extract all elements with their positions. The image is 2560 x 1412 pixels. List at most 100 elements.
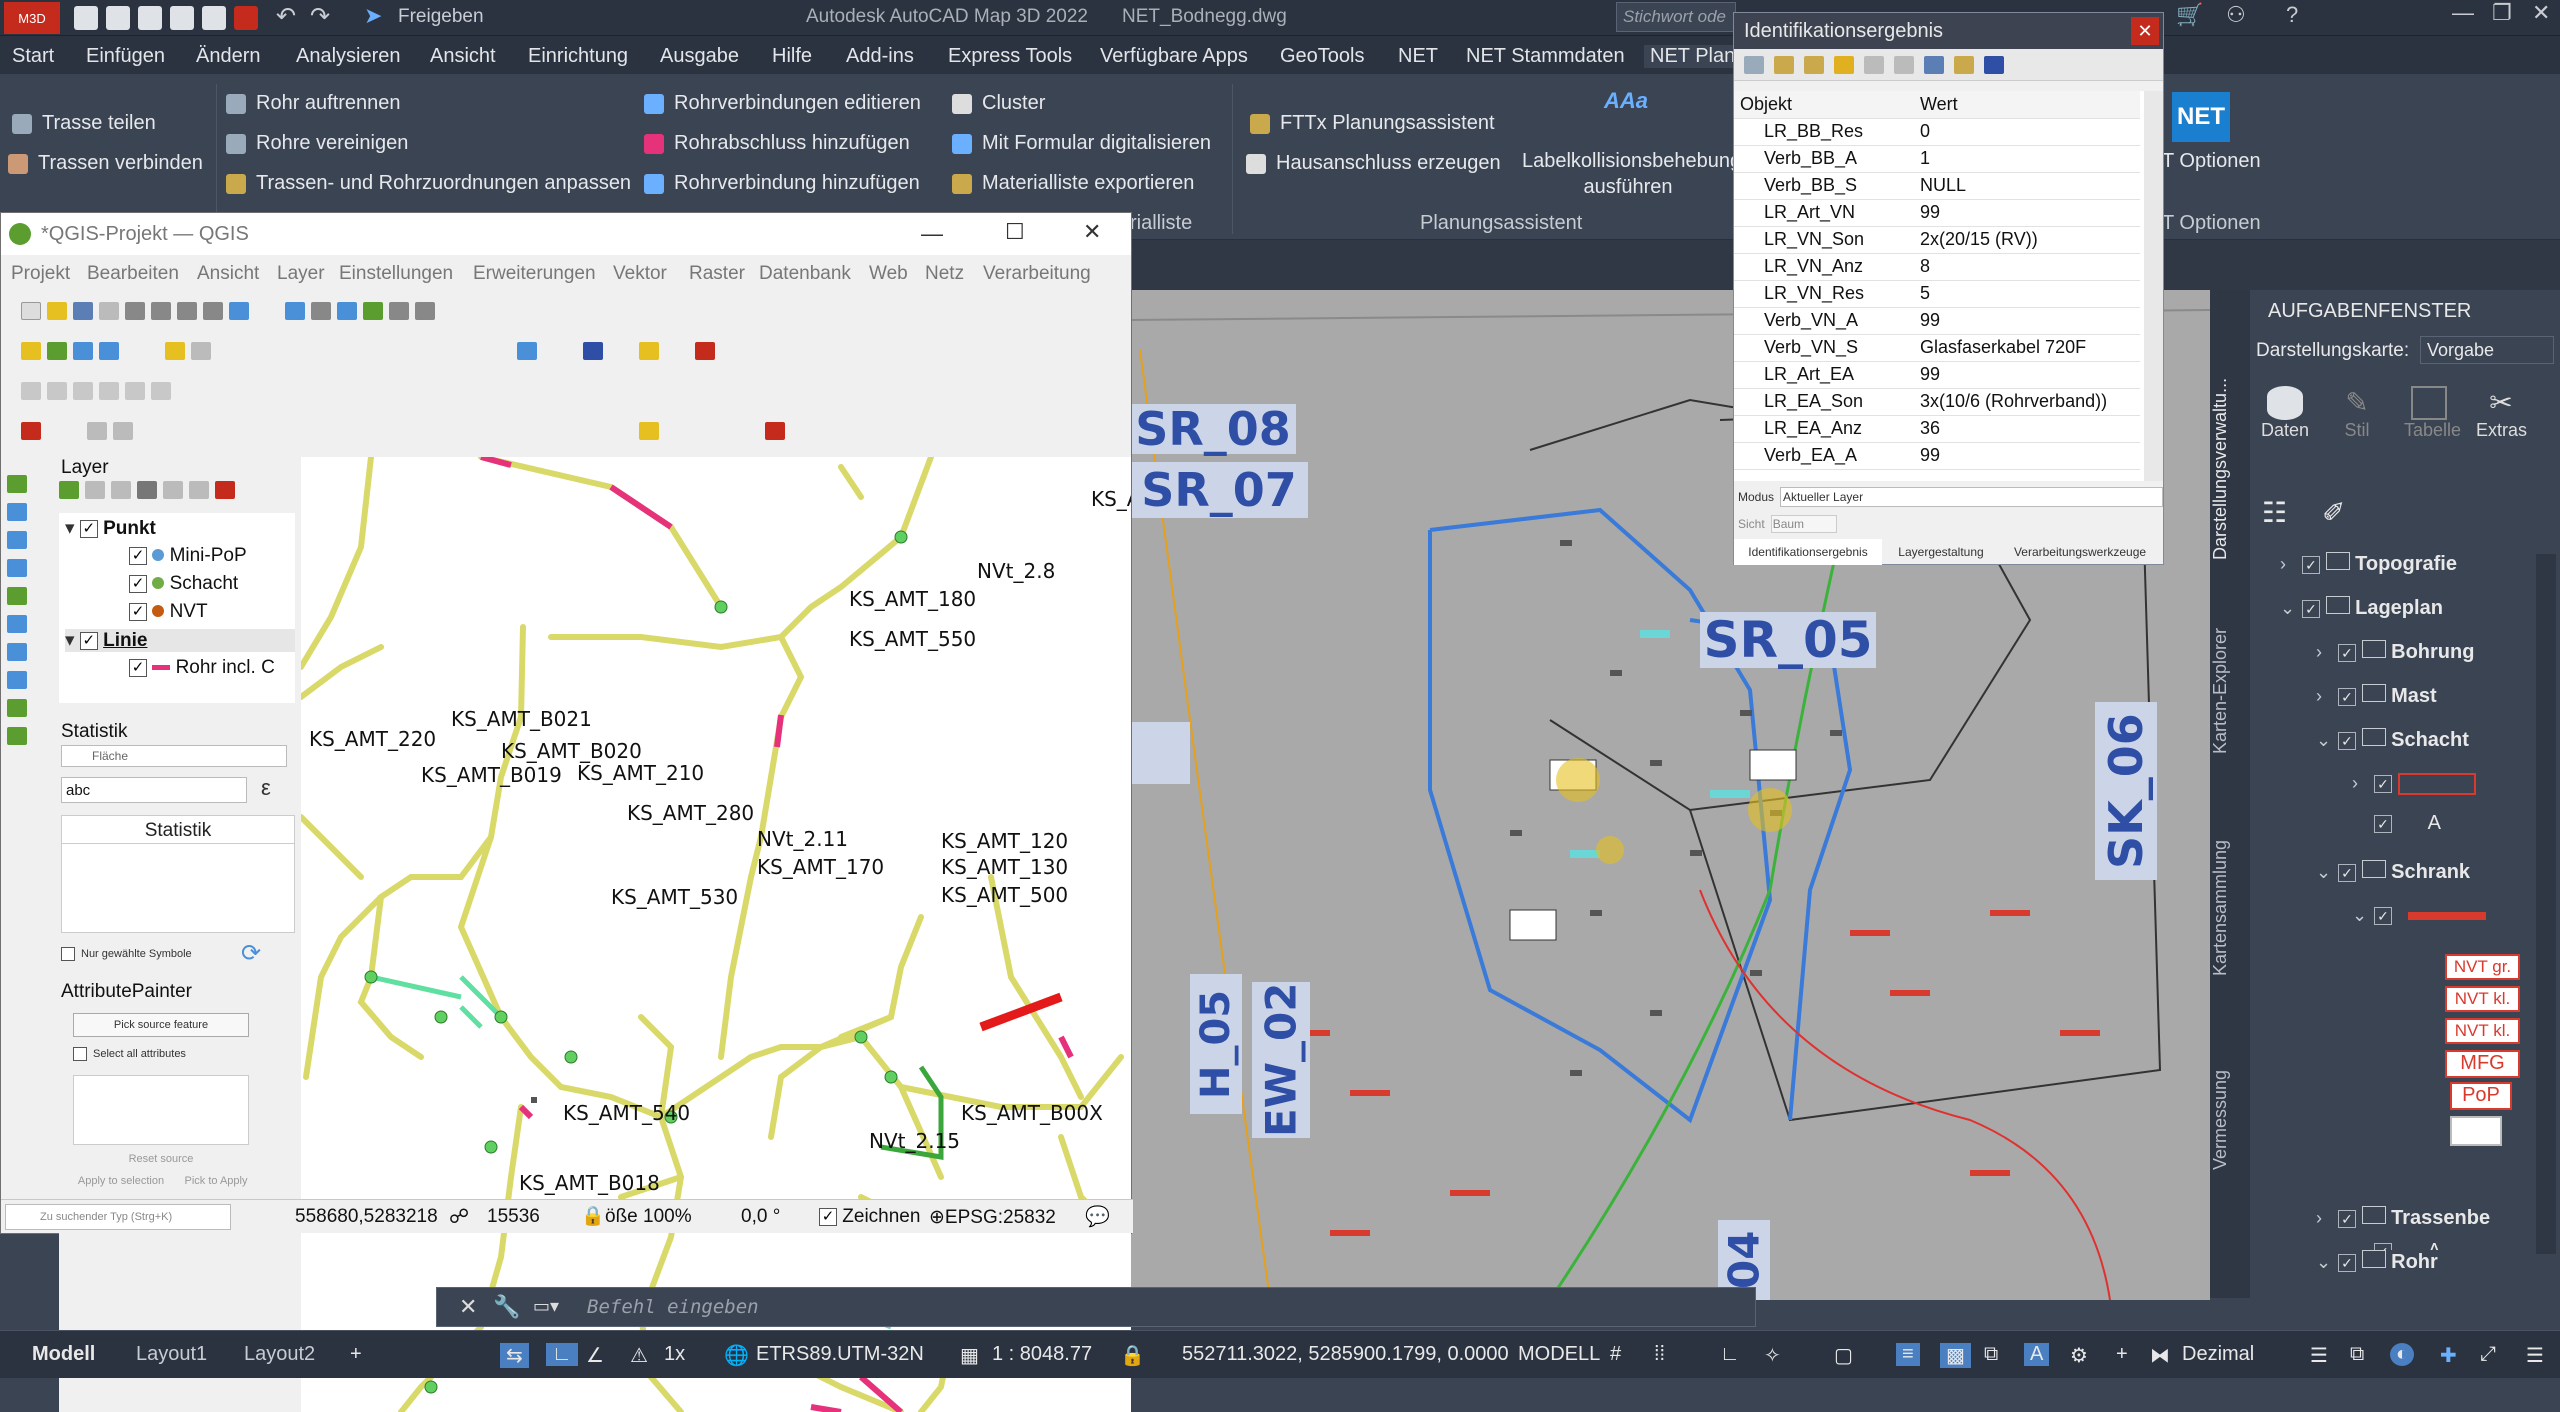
refresh-icon[interactable] bbox=[229, 302, 249, 320]
filter-icon[interactable] bbox=[137, 481, 157, 499]
layer-group-linie[interactable]: ▾ ✓ Linie bbox=[65, 629, 295, 652]
close-icon[interactable]: ✕ bbox=[1083, 219, 1101, 245]
app-badge[interactable]: M3D bbox=[4, 2, 60, 34]
menu-vektor[interactable]: Vektor bbox=[613, 263, 667, 285]
layer-checkbox[interactable]: ✓ bbox=[129, 602, 147, 621]
only-selected-checkbox[interactable] bbox=[61, 947, 75, 961]
share-button[interactable]: Freigeben bbox=[398, 6, 484, 28]
tab-layer-style[interactable]: Layergestaltung bbox=[1882, 539, 2000, 565]
selection-cycle-icon[interactable]: ⧉ bbox=[1984, 1343, 1998, 1366]
tree-item-schrank-style[interactable]: ⌄ ✓ bbox=[2352, 904, 2486, 927]
layer-group-punkt[interactable]: ▾ ✓ Punkt bbox=[65, 517, 156, 540]
open-styling-icon[interactable] bbox=[59, 481, 79, 499]
zoom-out-icon[interactable] bbox=[177, 302, 197, 320]
crs-button[interactable]: ⊕EPSG:25832 bbox=[929, 1206, 1056, 1229]
add-raster-icon[interactable] bbox=[7, 503, 27, 521]
collapse-all-icon[interactable] bbox=[189, 481, 209, 499]
pdf-icon[interactable] bbox=[234, 6, 258, 30]
tab-layout1[interactable]: Layout1 bbox=[136, 1343, 207, 1366]
add-group-icon[interactable] bbox=[85, 481, 105, 499]
share-icon[interactable]: ➤ bbox=[364, 3, 382, 29]
tab-geotools[interactable]: GeoTools bbox=[1280, 45, 1365, 68]
add-connection-button[interactable]: Rohrverbindung hinzufügen bbox=[644, 172, 920, 195]
maximize-icon[interactable]: ☐ bbox=[1005, 219, 1025, 245]
add-wfs-icon[interactable] bbox=[7, 643, 27, 661]
snap-icon[interactable] bbox=[21, 382, 41, 400]
units-icon[interactable]: ⧓ bbox=[2150, 1343, 2170, 1368]
print-icon[interactable] bbox=[1894, 55, 1914, 74]
maximize-icon[interactable]: ❐ bbox=[2492, 0, 2512, 26]
map-book-icon[interactable]: ☷ bbox=[2262, 496, 2287, 529]
zoom-in-icon[interactable] bbox=[151, 302, 171, 320]
tab-analysieren[interactable]: Analysieren bbox=[296, 45, 401, 68]
menu-ansicht[interactable]: Ansicht bbox=[197, 263, 259, 285]
hardware-icon[interactable]: ✚ bbox=[2440, 1343, 2457, 1368]
close-icon[interactable]: ✕ bbox=[2532, 0, 2550, 26]
stat-expression-input[interactable]: abc bbox=[61, 777, 247, 803]
undo-icon[interactable]: ↶ bbox=[276, 2, 296, 31]
only-selected-row[interactable]: Nur gewählte Symbole bbox=[61, 947, 192, 961]
extras-tool[interactable]: ✂ Extras bbox=[2476, 386, 2527, 476]
tab-identify[interactable]: Identifikationsergebnis bbox=[1734, 539, 1882, 565]
menu-layer[interactable]: Layer bbox=[277, 263, 325, 285]
optionen-button[interactable]: T Optionen bbox=[2162, 150, 2261, 173]
side-tab-survey[interactable]: Vermessung bbox=[2210, 1030, 2250, 1170]
tab-hilfe[interactable]: Hilfe bbox=[772, 45, 812, 68]
minimize-icon[interactable]: — bbox=[921, 221, 943, 247]
net-logo[interactable]: NET bbox=[2172, 92, 2230, 142]
add-db-icon[interactable] bbox=[7, 531, 27, 549]
add-csv-icon[interactable] bbox=[7, 587, 27, 605]
zoom-full-icon[interactable] bbox=[203, 302, 223, 320]
tree-checkbox[interactable]: ✓ bbox=[2338, 644, 2356, 662]
menu-bearbeiten[interactable]: Bearbeiten bbox=[87, 263, 179, 285]
tree-item-schacht-label[interactable]: ✓ A bbox=[2374, 812, 2441, 835]
add-vector-icon[interactable] bbox=[7, 475, 27, 493]
tree-checkbox[interactable]: ✓ bbox=[2374, 907, 2392, 925]
select-icon[interactable] bbox=[1804, 55, 1824, 74]
side-tab-collection[interactable]: Kartensammlung bbox=[2210, 796, 2250, 976]
plus-icon[interactable]: + bbox=[2116, 1343, 2128, 1366]
identify-icon[interactable] bbox=[285, 302, 305, 320]
gear-icon[interactable]: ⚙ bbox=[2070, 1343, 2088, 1368]
label-collision-button[interactable]: Labelkollisionsbehebung ausführen bbox=[1522, 148, 1734, 200]
menu-web[interactable]: Web bbox=[869, 263, 908, 285]
tree-item-schrank[interactable]: ⌄ ✓ Schrank bbox=[2316, 860, 2470, 884]
add-wms-icon[interactable] bbox=[7, 615, 27, 633]
tool-icon[interactable] bbox=[1954, 55, 1974, 74]
tree-item-trassen[interactable]: › ✓ Trassenbe bbox=[2316, 1206, 2490, 1230]
rotate-icon[interactable] bbox=[99, 382, 119, 400]
deselect-icon[interactable] bbox=[113, 422, 133, 440]
save-project-icon[interactable] bbox=[73, 302, 93, 320]
layer-mini-pop[interactable]: ✓ Mini-PoP bbox=[129, 545, 247, 567]
tab-einfuegen[interactable]: Einfügen bbox=[86, 45, 165, 68]
grid-icon[interactable]: # bbox=[1610, 1343, 1621, 1366]
col-value[interactable]: Wert bbox=[1914, 91, 2140, 119]
map-tips-icon[interactable] bbox=[765, 422, 785, 440]
side-tab-explorer[interactable]: Karten-Explorer bbox=[2210, 584, 2250, 754]
tab-net-planung[interactable]: NET Plan bbox=[1644, 45, 1742, 68]
locator-input[interactable]: Zu suchender Typ (Strg+K) bbox=[5, 1204, 231, 1230]
minimize-icon[interactable]: — bbox=[2452, 0, 2474, 26]
expression-icon[interactable]: ε bbox=[261, 775, 271, 801]
help-icon[interactable] bbox=[583, 342, 603, 360]
model-mode[interactable]: MODELL bbox=[1518, 1343, 1600, 1366]
tab-processing[interactable]: Verarbeitungswerkzeuge bbox=[2000, 539, 2160, 565]
pick-source-button[interactable]: Pick source feature bbox=[73, 1013, 249, 1037]
table-tool[interactable]: Tabelle bbox=[2404, 386, 2461, 476]
db-icon[interactable] bbox=[99, 342, 119, 360]
expand-icon[interactable] bbox=[1744, 55, 1764, 74]
menu-raster[interactable]: Raster bbox=[689, 263, 745, 285]
select-all-checkbox[interactable] bbox=[73, 1047, 87, 1061]
tree-checkbox[interactable]: ✓ bbox=[2338, 688, 2356, 706]
render-check[interactable]: ✓ bbox=[819, 1207, 837, 1226]
edit-pencil-icon[interactable] bbox=[165, 342, 185, 360]
tab-aendern[interactable]: Ändern bbox=[196, 45, 261, 68]
tab-addins[interactable]: Add-ins bbox=[846, 45, 914, 68]
user-icon[interactable]: ⚇ bbox=[2226, 2, 2246, 28]
tree-item-mast[interactable]: › ✓ Mast bbox=[2316, 684, 2437, 708]
tree-checkbox[interactable]: ✓ bbox=[2374, 1243, 2392, 1250]
print-layout-icon[interactable] bbox=[99, 302, 119, 320]
polar-icon[interactable]: ✧ bbox=[1764, 1343, 1781, 1368]
col-object[interactable]: Objekt bbox=[1734, 91, 1914, 119]
visibility-icon[interactable] bbox=[111, 481, 131, 499]
